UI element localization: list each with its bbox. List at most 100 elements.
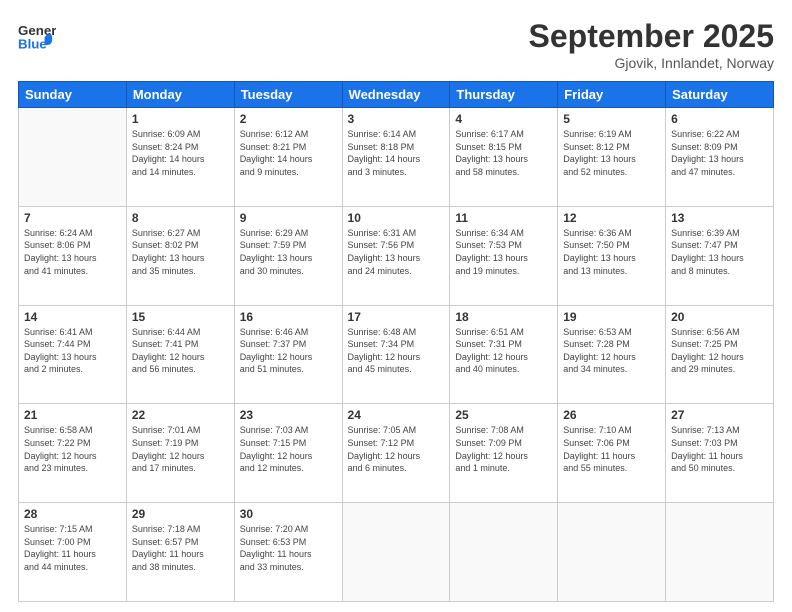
table-row: 21 Sunrise: 6:58 AMSunset: 7:22 PMDayligh…	[19, 404, 127, 503]
col-thursday: Thursday	[450, 82, 558, 108]
day-number: 13	[671, 211, 768, 225]
table-row: 27Sunrise: 7:13 AMSunset: 7:03 PMDayligh…	[666, 404, 774, 503]
table-row: 29 Sunrise: 7:18 AMSunset: 6:57 PMDayligh…	[126, 503, 234, 602]
day-info: Sunrise: 6:51 AMSunset: 7:31 PMDaylight:…	[455, 326, 552, 376]
calendar-week-row: 21 Sunrise: 6:58 AMSunset: 7:22 PMDayligh…	[19, 404, 774, 503]
day-info: Sunrise: 6:31 AMSunset: 7:56 PMDaylight:…	[348, 227, 445, 277]
title-block: September 2025 Gjovik, Innlandet, Norway	[529, 18, 774, 71]
table-row: 3 Sunrise: 6:14 AMSunset: 8:18 PMDaylight…	[342, 108, 450, 207]
page: General Blue September 2025 Gjovik, Innl…	[0, 0, 792, 612]
day-number: 15	[132, 310, 229, 324]
day-number: 27	[671, 408, 768, 422]
day-info: Sunrise: 6:39 AMSunset: 7:47 PMDaylight:…	[671, 227, 768, 277]
day-info: Sunrise: 7:10 AMSunset: 7:06 PMDaylight:…	[563, 424, 660, 474]
calendar-subtitle: Gjovik, Innlandet, Norway	[529, 55, 774, 71]
day-number: 4	[455, 112, 552, 126]
table-row	[19, 108, 127, 207]
table-row: 1 Sunrise: 6:09 AMSunset: 8:24 PMDaylight…	[126, 108, 234, 207]
day-number: 24	[348, 408, 445, 422]
day-number: 1	[132, 112, 229, 126]
day-number: 25	[455, 408, 552, 422]
table-row: 10Sunrise: 6:31 AMSunset: 7:56 PMDayligh…	[342, 206, 450, 305]
day-number: 2	[240, 112, 337, 126]
table-row: 2 Sunrise: 6:12 AMSunset: 8:21 PMDaylight…	[234, 108, 342, 207]
calendar-week-row: 14 Sunrise: 6:41 AMSunset: 7:44 PMDayligh…	[19, 305, 774, 404]
day-info: Sunrise: 6:48 AMSunset: 7:34 PMDaylight:…	[348, 326, 445, 376]
table-row: 19Sunrise: 6:53 AMSunset: 7:28 PMDayligh…	[558, 305, 666, 404]
logo-icon: General Blue	[18, 18, 56, 56]
table-row: 22Sunrise: 7:01 AMSunset: 7:19 PMDayligh…	[126, 404, 234, 503]
day-info: Sunrise: 6:36 AMSunset: 7:50 PMDaylight:…	[563, 227, 660, 277]
day-info: Sunrise: 6:27 AMSunset: 8:02 PMDaylight:…	[132, 227, 229, 277]
table-row: 14 Sunrise: 6:41 AMSunset: 7:44 PMDayligh…	[19, 305, 127, 404]
table-row: 25 Sunrise: 7:08 AMSunset: 7:09 PMDayligh…	[450, 404, 558, 503]
table-row: 15 Sunrise: 6:44 AMSunset: 7:41 PMDayligh…	[126, 305, 234, 404]
table-row: 7 Sunrise: 6:24 AMSunset: 8:06 PMDaylight…	[19, 206, 127, 305]
table-row: 26 Sunrise: 7:10 AMSunset: 7:06 PMDayligh…	[558, 404, 666, 503]
day-info: Sunrise: 6:09 AMSunset: 8:24 PMDaylight:…	[132, 128, 229, 178]
day-info: Sunrise: 7:03 AMSunset: 7:15 PMDaylight:…	[240, 424, 337, 474]
svg-text:Blue: Blue	[18, 36, 47, 51]
table-row: 28 Sunrise: 7:15 AMSunset: 7:00 PMDayligh…	[19, 503, 127, 602]
day-info: Sunrise: 6:29 AMSunset: 7:59 PMDaylight:…	[240, 227, 337, 277]
day-number: 14	[24, 310, 121, 324]
day-info: Sunrise: 7:20 AMSunset: 6:53 PMDaylight:…	[240, 523, 337, 573]
table-row	[666, 503, 774, 602]
table-row: 30Sunrise: 7:20 AMSunset: 6:53 PMDayligh…	[234, 503, 342, 602]
day-info: Sunrise: 7:15 AMSunset: 7:00 PMDaylight:…	[24, 523, 121, 573]
day-number: 18	[455, 310, 552, 324]
day-number: 7	[24, 211, 121, 225]
day-info: Sunrise: 7:18 AMSunset: 6:57 PMDaylight:…	[132, 523, 229, 573]
table-row	[450, 503, 558, 602]
table-row: 11 Sunrise: 6:34 AMSunset: 7:53 PMDayligh…	[450, 206, 558, 305]
day-number: 17	[348, 310, 445, 324]
col-tuesday: Tuesday	[234, 82, 342, 108]
table-row: 16Sunrise: 6:46 AMSunset: 7:37 PMDayligh…	[234, 305, 342, 404]
header: General Blue September 2025 Gjovik, Innl…	[18, 18, 774, 71]
day-number: 6	[671, 112, 768, 126]
day-info: Sunrise: 6:34 AMSunset: 7:53 PMDaylight:…	[455, 227, 552, 277]
calendar-week-row: 28 Sunrise: 7:15 AMSunset: 7:00 PMDayligh…	[19, 503, 774, 602]
day-number: 26	[563, 408, 660, 422]
day-number: 5	[563, 112, 660, 126]
day-info: Sunrise: 6:17 AMSunset: 8:15 PMDaylight:…	[455, 128, 552, 178]
calendar-header-row: Sunday Monday Tuesday Wednesday Thursday…	[19, 82, 774, 108]
day-info: Sunrise: 6:46 AMSunset: 7:37 PMDaylight:…	[240, 326, 337, 376]
table-row: 6 Sunrise: 6:22 AMSunset: 8:09 PMDaylight…	[666, 108, 774, 207]
day-info: Sunrise: 6:22 AMSunset: 8:09 PMDaylight:…	[671, 128, 768, 178]
day-number: 28	[24, 507, 121, 521]
col-sunday: Sunday	[19, 82, 127, 108]
day-number: 21	[24, 408, 121, 422]
table-row: 5 Sunrise: 6:19 AMSunset: 8:12 PMDaylight…	[558, 108, 666, 207]
day-number: 12	[563, 211, 660, 225]
day-info: Sunrise: 6:53 AMSunset: 7:28 PMDaylight:…	[563, 326, 660, 376]
day-info: Sunrise: 6:44 AMSunset: 7:41 PMDaylight:…	[132, 326, 229, 376]
table-row: 12 Sunrise: 6:36 AMSunset: 7:50 PMDayligh…	[558, 206, 666, 305]
day-number: 11	[455, 211, 552, 225]
day-info: Sunrise: 6:58 AMSunset: 7:22 PMDaylight:…	[24, 424, 121, 474]
col-saturday: Saturday	[666, 82, 774, 108]
day-info: Sunrise: 6:12 AMSunset: 8:21 PMDaylight:…	[240, 128, 337, 178]
calendar-title: September 2025	[529, 18, 774, 55]
day-number: 29	[132, 507, 229, 521]
day-number: 9	[240, 211, 337, 225]
table-row: 18 Sunrise: 6:51 AMSunset: 7:31 PMDayligh…	[450, 305, 558, 404]
day-info: Sunrise: 6:19 AMSunset: 8:12 PMDaylight:…	[563, 128, 660, 178]
day-number: 20	[671, 310, 768, 324]
table-row: 17 Sunrise: 6:48 AMSunset: 7:34 PMDayligh…	[342, 305, 450, 404]
col-wednesday: Wednesday	[342, 82, 450, 108]
col-monday: Monday	[126, 82, 234, 108]
day-info: Sunrise: 6:24 AMSunset: 8:06 PMDaylight:…	[24, 227, 121, 277]
calendar-table: Sunday Monday Tuesday Wednesday Thursday…	[18, 81, 774, 602]
col-friday: Friday	[558, 82, 666, 108]
day-info: Sunrise: 6:41 AMSunset: 7:44 PMDaylight:…	[24, 326, 121, 376]
table-row: 4 Sunrise: 6:17 AMSunset: 8:15 PMDaylight…	[450, 108, 558, 207]
day-info: Sunrise: 6:14 AMSunset: 8:18 PMDaylight:…	[348, 128, 445, 178]
logo: General Blue	[18, 18, 56, 56]
calendar-week-row: 7 Sunrise: 6:24 AMSunset: 8:06 PMDaylight…	[19, 206, 774, 305]
day-info: Sunrise: 7:05 AMSunset: 7:12 PMDaylight:…	[348, 424, 445, 474]
table-row	[558, 503, 666, 602]
table-row: 24 Sunrise: 7:05 AMSunset: 7:12 PMDayligh…	[342, 404, 450, 503]
day-number: 3	[348, 112, 445, 126]
day-info: Sunrise: 7:08 AMSunset: 7:09 PMDaylight:…	[455, 424, 552, 474]
